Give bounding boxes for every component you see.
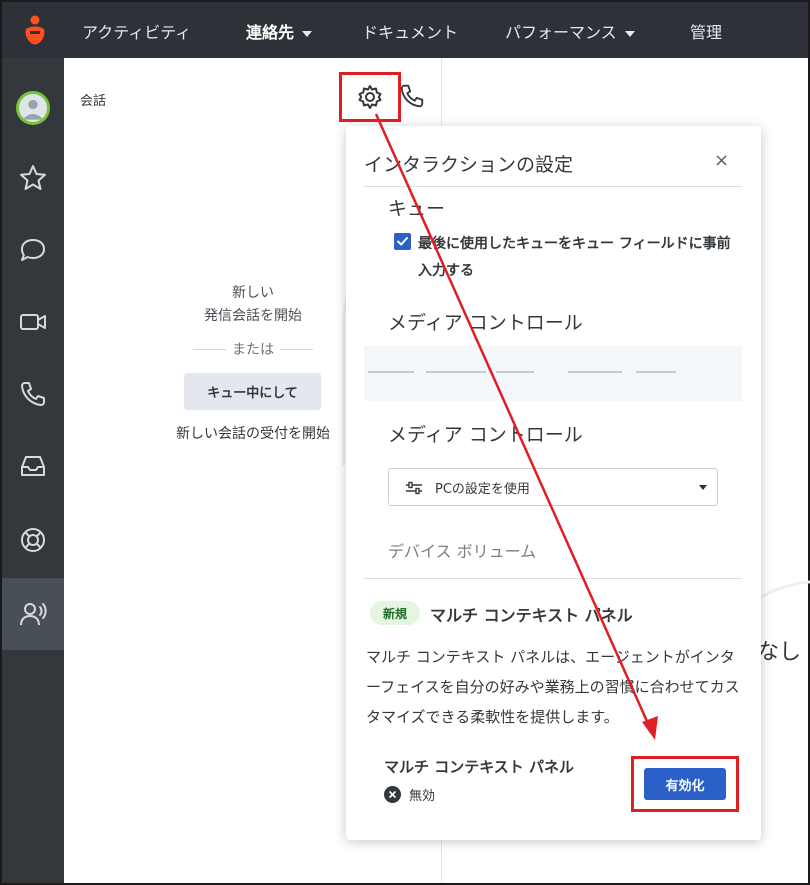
- lifebuoy-icon: [21, 528, 45, 552]
- blurred-line: [568, 371, 622, 373]
- rail-help[interactable]: [2, 504, 64, 576]
- inbox-icon: [21, 456, 45, 476]
- top-navigation: アクティビティ 連絡先 ドキュメント パフォーマンス 管理: [2, 2, 808, 58]
- select-value: PCの設定を使用: [435, 482, 530, 497]
- star-icon: [20, 165, 46, 190]
- media-control-label: メディア コントロール: [388, 312, 583, 334]
- rail-favorites[interactable]: [2, 142, 64, 214]
- nav-admin[interactable]: 管理: [690, 19, 722, 43]
- blurred-region: [364, 346, 742, 401]
- divider: [364, 186, 742, 187]
- rail-video[interactable]: [2, 286, 64, 358]
- checkmark-icon: [397, 237, 408, 246]
- media-control-label-2: メディア コントロール: [388, 424, 583, 446]
- rail-avatar[interactable]: [2, 72, 64, 144]
- chat-bubble-icon: [21, 239, 45, 261]
- nav-documents[interactable]: ドキュメント: [362, 19, 458, 43]
- enable-button-highlight: 有効化: [631, 756, 739, 812]
- disabled-x-icon: [384, 786, 401, 803]
- left-rail: [2, 58, 64, 883]
- blurred-line: [368, 371, 414, 373]
- divider: [364, 578, 742, 579]
- popup-title: インタラクションの設定: [364, 154, 574, 176]
- blurred-line: [636, 371, 676, 373]
- background-text: なし: [757, 640, 802, 665]
- multi-context-description: マルチ コンテキスト パネルは、エージェントがインターフェイスを自分の好みや業務…: [366, 648, 740, 726]
- chevron-down-icon: [302, 30, 313, 37]
- status-text: 無効: [409, 789, 436, 804]
- video-icon: [20, 314, 46, 330]
- blurred-line: [426, 371, 486, 373]
- empty-state-line-1: 新しい: [232, 285, 274, 301]
- or-label: または: [232, 342, 274, 358]
- queue-section-label: キュー: [388, 198, 446, 220]
- rail-phone[interactable]: [2, 358, 64, 430]
- settings-gear-highlight: [339, 72, 401, 122]
- close-icon[interactable]: ×: [714, 150, 729, 171]
- gear-icon[interactable]: [357, 84, 383, 110]
- avatar: [16, 91, 50, 125]
- sliders-icon: [406, 481, 422, 495]
- start-receiving-text: 新しい会話の受付を開始: [176, 426, 330, 442]
- on-queue-button[interactable]: キュー中にして: [184, 373, 321, 410]
- nav-activity[interactable]: アクティビティ: [82, 19, 191, 43]
- new-badge: 新規: [370, 601, 420, 625]
- or-divider: または: [193, 339, 313, 359]
- agent-voice-icon: [20, 603, 47, 626]
- multi-context-feature-name: マルチ コンテキスト パネル: [384, 758, 574, 776]
- phone-icon[interactable]: [398, 82, 426, 110]
- nav-contacts[interactable]: 連絡先: [246, 19, 313, 43]
- rail-chat[interactable]: [2, 214, 64, 286]
- empty-state-line-2: 発信会話を開始: [204, 308, 302, 324]
- prefill-queue-label: 最後に使用したキューをキュー フィールドに事前入力する: [418, 236, 731, 279]
- nav-performance[interactable]: パフォーマンス: [505, 19, 635, 43]
- phone-icon: [21, 382, 45, 406]
- rail-inbox[interactable]: [2, 430, 64, 502]
- chevron-down-icon: [699, 485, 707, 490]
- device-volume-label: デバイス ボリューム: [388, 542, 537, 561]
- panel-title: 会話: [80, 94, 107, 109]
- enable-button[interactable]: 有効化: [644, 768, 726, 800]
- rail-agent-voice[interactable]: [2, 578, 64, 650]
- chevron-down-icon: [624, 30, 635, 37]
- prefill-queue-checkbox[interactable]: [394, 233, 411, 250]
- blurred-line: [496, 371, 534, 373]
- media-settings-select[interactable]: PCの設定を使用: [388, 468, 718, 506]
- multi-context-title: マルチ コンテキスト パネル: [430, 606, 633, 625]
- interaction-settings-popup: インタラクションの設定 × キュー 最後に使用したキューをキュー フィールドに事…: [346, 126, 761, 840]
- genesys-logo-icon[interactable]: [20, 13, 50, 47]
- person-icon: [22, 99, 44, 120]
